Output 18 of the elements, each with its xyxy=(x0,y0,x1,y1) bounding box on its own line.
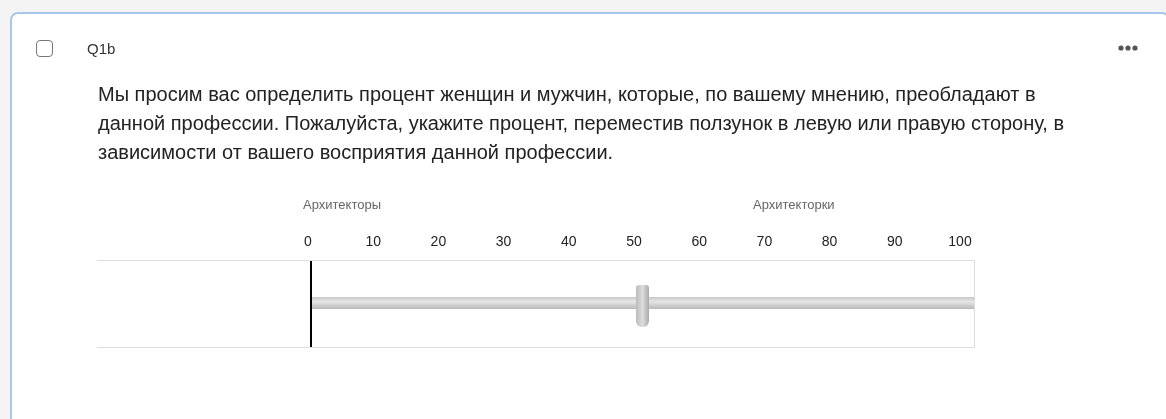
tick-label: 30 xyxy=(495,233,512,249)
tick-label: 60 xyxy=(691,233,707,249)
tick-label: 80 xyxy=(821,233,838,249)
tick-label: 70 xyxy=(756,233,773,249)
tick-label: 0 xyxy=(304,233,312,249)
tick-label: 90 xyxy=(887,233,903,249)
more-icon[interactable] xyxy=(1118,45,1138,51)
select-checkbox[interactable] xyxy=(36,39,53,57)
tick-label: 20 xyxy=(430,233,447,249)
tick-label: 10 xyxy=(365,233,381,249)
question-id: Q1b xyxy=(87,39,116,57)
question-text: Мы просим вас определить процент женщин и мужчин, которые, по вашему мнению, преобладают в данной профессии. Пожалуйста, укажите процент, переместив ползунок в левую или правую сторону, в зависимости от вашего восприятия данной профессии. xyxy=(98,82,1066,165)
tick-label: 50 xyxy=(626,233,642,249)
right-label: Архитекторки xyxy=(753,197,835,212)
tick-label: 100 xyxy=(948,233,972,249)
left-label: Архитекторы xyxy=(303,197,381,212)
slider-handle[interactable] xyxy=(636,285,649,327)
tick-label: 40 xyxy=(561,233,577,249)
